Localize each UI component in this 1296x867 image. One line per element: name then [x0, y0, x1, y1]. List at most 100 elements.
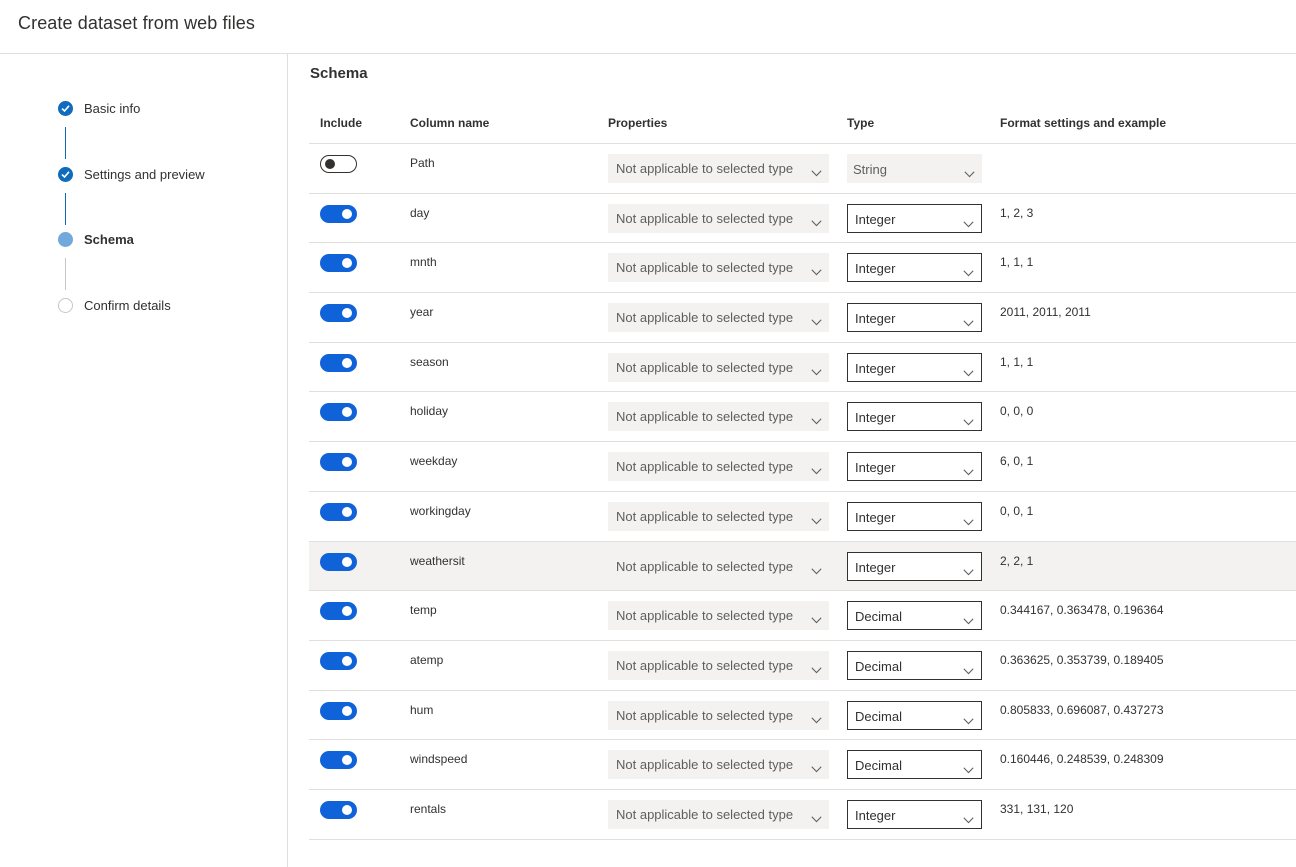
table-row: year Not applicable to selected type Integ… — [309, 293, 1296, 343]
properties-value: Not applicable to selected type — [616, 409, 794, 425]
type-dropdown[interactable]: Integer — [847, 352, 982, 382]
checkmark-icon — [58, 101, 73, 116]
chevron-down-icon — [963, 264, 974, 282]
chevron-down-icon — [811, 164, 822, 182]
step-connector — [65, 258, 66, 290]
chevron-down-icon — [964, 165, 975, 183]
chevron-down-icon — [963, 811, 974, 829]
toggle-knob — [342, 208, 352, 219]
header-column-name: Column name — [410, 116, 490, 130]
type-dropdown[interactable]: Decimal — [847, 601, 982, 631]
chevron-down-icon — [963, 712, 974, 730]
type-dropdown[interactable]: Decimal — [847, 750, 982, 780]
include-toggle[interactable] — [320, 403, 357, 422]
type-dropdown[interactable]: Integer — [847, 253, 982, 283]
properties-dropdown[interactable]: Not applicable to selected type — [608, 452, 829, 482]
include-toggle[interactable] — [320, 353, 357, 372]
type-dropdown[interactable]: String — [847, 154, 982, 183]
toggle-knob — [325, 159, 335, 169]
include-toggle[interactable] — [320, 304, 357, 323]
properties-dropdown[interactable]: Not applicable to selected type — [608, 601, 829, 631]
properties-value: Not applicable to selected type — [616, 608, 794, 624]
step-label: Schema — [84, 232, 134, 247]
include-toggle[interactable] — [320, 453, 357, 472]
include-toggle[interactable] — [320, 602, 357, 621]
properties-dropdown[interactable]: Not applicable to selected type — [608, 700, 829, 730]
properties-dropdown[interactable]: Not applicable to selected type — [608, 303, 829, 333]
type-value: Integer — [855, 211, 896, 227]
toggle-knob — [342, 407, 352, 418]
properties-value: Not applicable to selected type — [616, 757, 794, 773]
properties-value: Not applicable to selected type — [616, 558, 794, 574]
chevron-down-icon — [811, 562, 822, 580]
properties-dropdown[interactable]: Not applicable to selected type — [608, 552, 829, 581]
properties-dropdown[interactable]: Not applicable to selected type — [608, 501, 829, 531]
properties-dropdown[interactable]: Not applicable to selected type — [608, 154, 829, 183]
type-dropdown[interactable]: Decimal — [847, 700, 982, 730]
type-dropdown[interactable]: Integer — [847, 303, 982, 333]
format-example: 0, 0, 1 — [1000, 503, 1034, 518]
table-row: hum Not applicable to selected type Decima… — [309, 691, 1296, 741]
format-example: 2011, 2011, 2011 — [1000, 305, 1091, 320]
table-body: Path Not applicable to selected type Strin… — [309, 144, 1296, 840]
column-name: weathersit — [410, 553, 465, 568]
chevron-down-icon — [963, 662, 974, 680]
chevron-down-icon — [963, 513, 974, 531]
include-toggle[interactable] — [320, 254, 357, 273]
properties-dropdown[interactable]: Not applicable to selected type — [608, 799, 829, 829]
table-row: weekday Not applicable to selected type In… — [309, 442, 1296, 492]
chevron-down-icon — [811, 263, 822, 281]
type-dropdown[interactable]: Integer — [847, 799, 982, 829]
format-example: 331, 131, 120 — [1000, 801, 1074, 816]
properties-value: Not applicable to selected type — [616, 210, 794, 226]
properties-dropdown[interactable]: Not applicable to selected type — [608, 253, 829, 283]
type-value: Integer — [855, 807, 896, 823]
type-dropdown[interactable]: Integer — [847, 203, 982, 233]
include-toggle[interactable] — [320, 552, 357, 571]
step-label: Confirm details — [84, 298, 171, 313]
header-include: Include — [320, 116, 363, 130]
properties-dropdown[interactable]: Not applicable to selected type — [608, 750, 829, 780]
type-dropdown[interactable]: Integer — [847, 452, 982, 482]
chevron-down-icon — [963, 314, 974, 332]
type-value: Decimal — [855, 758, 902, 774]
type-dropdown[interactable]: Integer — [847, 501, 982, 531]
step-connector — [65, 193, 66, 225]
include-toggle[interactable] — [320, 651, 357, 670]
column-name: workingday — [410, 503, 471, 518]
include-toggle[interactable] — [320, 701, 357, 720]
chevron-down-icon — [811, 611, 822, 629]
include-toggle[interactable] — [320, 751, 357, 770]
table-row: rentals Not applicable to selected type In… — [309, 790, 1296, 840]
type-dropdown[interactable]: Integer — [847, 551, 982, 581]
table-row: weathersit Not applicable to selected typ… — [309, 541, 1296, 592]
include-toggle[interactable] — [320, 800, 357, 819]
current-step-icon — [58, 232, 73, 247]
properties-dropdown[interactable]: Not applicable to selected type — [608, 203, 829, 233]
toggle-knob — [342, 606, 352, 617]
format-example: 0, 0, 0 — [1000, 404, 1034, 419]
properties-value: Not applicable to selected type — [616, 359, 794, 375]
include-toggle[interactable] — [320, 155, 357, 173]
include-toggle[interactable] — [320, 502, 357, 521]
properties-dropdown[interactable]: Not applicable to selected type — [608, 352, 829, 382]
chevron-down-icon — [811, 412, 822, 430]
properties-value: Not applicable to selected type — [616, 260, 794, 276]
toggle-knob — [342, 556, 352, 567]
properties-dropdown[interactable]: Not applicable to selected type — [608, 402, 829, 432]
type-dropdown[interactable]: Integer — [847, 402, 982, 432]
format-example: 6, 0, 1 — [1000, 454, 1034, 469]
column-name: day — [410, 205, 430, 220]
type-value: Integer — [855, 360, 896, 376]
type-value: Integer — [855, 261, 896, 277]
format-example: 1, 1, 1 — [1000, 255, 1034, 270]
type-dropdown[interactable]: Decimal — [847, 650, 982, 680]
properties-dropdown[interactable]: Not applicable to selected type — [608, 650, 829, 680]
toggle-knob — [342, 506, 352, 517]
section-title: Schema — [310, 65, 368, 82]
include-toggle[interactable] — [320, 204, 357, 223]
type-value: Integer — [855, 559, 896, 575]
type-value: Decimal — [855, 708, 902, 724]
properties-value: Not applicable to selected type — [616, 459, 794, 475]
table-row: day Not applicable to selected type Intege… — [309, 194, 1296, 244]
